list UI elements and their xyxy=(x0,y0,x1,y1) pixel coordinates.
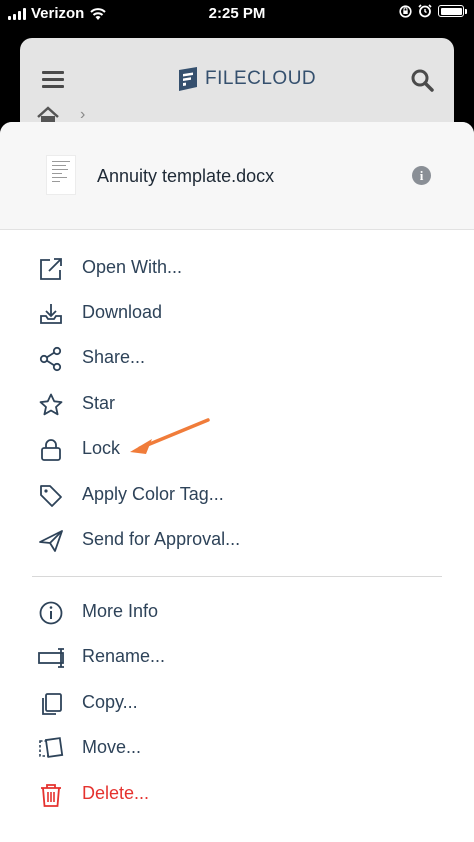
trash-icon xyxy=(41,784,61,807)
hamburger-menu-icon[interactable] xyxy=(42,71,64,92)
file-name: Annuity template.docx xyxy=(97,166,275,186)
search-icon[interactable] xyxy=(410,68,434,92)
menu-item-open-with[interactable]: Open With... xyxy=(0,248,474,288)
menu-label: Copy... xyxy=(82,692,138,712)
menu-label: Open With... xyxy=(82,257,183,277)
menu-label: Download xyxy=(82,302,163,322)
filecloud-logo: FILECLOUD xyxy=(177,66,316,92)
info-icon xyxy=(39,601,63,625)
tag-icon xyxy=(40,485,62,507)
menu-item-rename[interactable]: Rename... xyxy=(0,637,474,677)
menu-item-move[interactable]: Move... xyxy=(0,728,474,768)
menu-label: More Info xyxy=(82,601,159,621)
menu-item-more-info[interactable]: More Info xyxy=(0,592,474,632)
menu-item-send-for-approval[interactable]: Send for Approval... xyxy=(0,520,474,560)
share-icon xyxy=(39,346,62,372)
menu-item-apply-color-tag[interactable]: Apply Color Tag... xyxy=(0,475,474,515)
rename-icon xyxy=(38,648,64,668)
menu-label: Star xyxy=(82,393,116,413)
open-external-icon xyxy=(40,258,62,280)
menu-label: Apply Color Tag... xyxy=(82,484,224,504)
menu-label: Send for Approval... xyxy=(82,529,241,549)
battery-icon xyxy=(438,5,467,17)
send-icon xyxy=(39,530,63,552)
menu-divider xyxy=(32,576,442,577)
move-icon xyxy=(39,737,64,758)
menu-label: Delete... xyxy=(82,783,150,803)
lock-icon xyxy=(41,439,61,461)
menu-item-download[interactable]: Download xyxy=(0,293,474,333)
menu-label: Share... xyxy=(82,347,146,367)
menu-label: Move... xyxy=(82,737,142,757)
sheet-file-header: Annuity template.docx i xyxy=(0,122,474,230)
status-bar: Verizon 2:25 PM xyxy=(0,0,474,28)
annotation-arrow xyxy=(130,418,210,454)
menu-item-lock[interactable]: Lock xyxy=(0,429,474,469)
document-thumbnail xyxy=(46,155,76,195)
orientation-lock-icon xyxy=(399,4,412,18)
menu-item-share[interactable]: Share... xyxy=(0,338,474,378)
star-icon xyxy=(39,393,63,416)
alarm-icon xyxy=(418,4,432,18)
logo-text: FILECLOUD xyxy=(205,68,317,89)
filecloud-logo-icon xyxy=(179,67,197,91)
menu-item-delete[interactable]: Delete... xyxy=(0,774,474,814)
menu-item-copy[interactable]: Copy... xyxy=(0,683,474,723)
menu-label: Lock xyxy=(82,438,121,458)
menu-item-star[interactable]: Star xyxy=(0,384,474,424)
download-icon xyxy=(40,304,62,324)
status-right xyxy=(399,4,467,18)
file-action-sheet: Annuity template.docx i Open With... Dow… xyxy=(0,122,474,842)
menu-label: Rename... xyxy=(82,646,166,666)
file-info-button[interactable]: i xyxy=(412,166,431,185)
copy-icon xyxy=(42,693,62,715)
